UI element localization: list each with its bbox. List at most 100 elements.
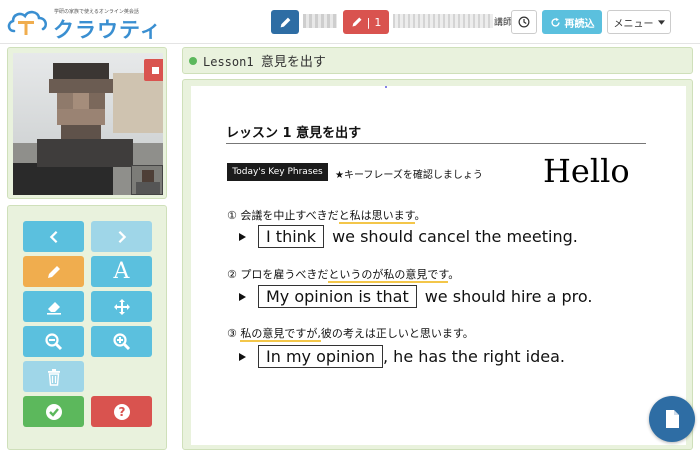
document-select-button[interactable]: [649, 396, 695, 442]
question-text-post: 彼の考えは正しいと思います。: [320, 327, 474, 340]
pen-count: 1: [374, 15, 382, 29]
text-A-icon: A: [113, 259, 130, 284]
pencil-icon: [47, 265, 60, 278]
logo-name: クラウティ: [53, 18, 162, 42]
file-icon: [666, 410, 679, 428]
phrase-question-3: ③ 私の意見ですが,彼の考えは正しいと思います。: [227, 325, 474, 342]
question-number: ②: [227, 268, 237, 281]
lecturer-label: 講師: [494, 18, 513, 28]
question-text-post: 。: [448, 268, 460, 281]
drawing-tools-panel: A ?: [7, 205, 167, 450]
zoom-out-button[interactable]: [23, 326, 84, 357]
pen-toggle-button[interactable]: [271, 10, 299, 34]
menu-label: メニュー: [613, 18, 654, 30]
lesson-document[interactable]: レッスン 1 意見を出す Today's Key Phrases ★キーフレーズ…: [191, 86, 686, 445]
pencil-icon: [280, 17, 290, 27]
stop-icon: [151, 66, 159, 74]
self-view-video: [131, 165, 163, 195]
app-logo[interactable]: 学研の家族で使えるオンライン英会話 クラウティ: [4, 3, 161, 42]
question-highlight: 私の意見ですが,: [240, 327, 321, 342]
question-text-pre: 会議を中止すべきだ: [240, 209, 339, 222]
lesson-number: Lesson1: [203, 55, 254, 69]
status-indicator: [189, 56, 197, 65]
document-frame: レッスン 1 意見を出す Today's Key Phrases ★キーフレーズ…: [182, 79, 693, 450]
video-monitor: [13, 163, 113, 195]
lesson-title-bar: Lesson1 意見を出す: [182, 47, 693, 74]
check-circle-icon: [45, 403, 62, 420]
student-pen-button[interactable]: | 1: [343, 10, 389, 34]
question-text-pre: プロを雇うべきだ: [240, 268, 329, 281]
phrase-question-2: ② プロを雇うべきだというのが私の意見です。: [227, 266, 460, 283]
mosaic-face-3: [57, 93, 73, 109]
mosaic-face-2: [49, 79, 113, 93]
blurred-name: [303, 14, 337, 28]
question-highlight: というのが私の意見です: [328, 268, 449, 283]
key-phrase-box: In my opinion: [258, 345, 383, 368]
confirm-button[interactable]: [23, 396, 84, 427]
cloud-logo-icon: [7, 10, 48, 35]
key-phrases-badge: Today's Key Phrases: [227, 163, 328, 181]
eraser-icon: [46, 301, 61, 315]
phrase-question-1: ① 会議を中止すべきだと私は思います。: [227, 207, 426, 224]
svg-text:?: ?: [118, 405, 125, 419]
video-shelf: [113, 73, 163, 133]
mosaic-face-6: [57, 109, 105, 125]
heading-rule: [226, 143, 646, 144]
mosaic-face-4: [73, 93, 89, 109]
video-panel: [7, 47, 167, 199]
pen-count-separator: |: [366, 15, 371, 29]
chevron-left-icon: [49, 230, 57, 243]
document-heading: レッスン 1 意見を出す: [226, 126, 362, 141]
zoom-in-icon: [112, 332, 130, 350]
answer-rest: we should cancel the meeting.: [332, 227, 578, 246]
reload-label: 再読込: [564, 18, 595, 30]
move-tool-button[interactable]: [91, 291, 152, 322]
chevron-right-icon: [118, 230, 126, 243]
pencil-icon: [352, 17, 362, 27]
zoom-in-button[interactable]: [91, 326, 152, 357]
stop-video-button[interactable]: [144, 59, 163, 81]
pen-tool-button[interactable]: [23, 256, 84, 287]
bullet-triangle-icon: [239, 232, 246, 241]
self-view-body: [136, 182, 160, 194]
caret-down-icon: [657, 19, 665, 25]
lesson-title: Lesson1 意見を出す: [203, 51, 326, 70]
phrase-answer-3: In my opinion , he has the right idea.: [239, 345, 565, 368]
clock-icon: [518, 16, 530, 28]
question-text-post: 。: [414, 209, 426, 222]
key-phrase-box: I think: [258, 225, 325, 248]
blurred-lecturer-name: [393, 14, 493, 28]
reload-button[interactable]: 再読込: [542, 10, 602, 34]
zoom-out-icon: [44, 332, 62, 350]
phrase-answer-2: My opinion is that we should hire a pro.: [239, 285, 592, 308]
bullet-triangle-icon: [239, 352, 246, 361]
key-phrase-box: My opinion is that: [258, 285, 417, 308]
question-circle-icon: ?: [113, 403, 130, 420]
mosaic-face-5: [89, 93, 105, 109]
prev-page-button[interactable]: [23, 221, 84, 252]
phrase-answer-1: I think we should cancel the meeting.: [239, 225, 578, 248]
refresh-icon: [550, 17, 560, 27]
move-arrows-icon: [113, 298, 130, 315]
next-page-button[interactable]: [91, 221, 152, 252]
lesson-name: 意見を出す: [260, 55, 326, 70]
help-button[interactable]: ?: [91, 396, 152, 427]
mosaic-body: [37, 139, 133, 167]
teacher-video: [13, 53, 163, 195]
cursor-marker: [385, 86, 387, 88]
clear-drawing-button[interactable]: [23, 361, 84, 392]
timer-button[interactable]: [511, 10, 537, 34]
bullet-triangle-icon: [239, 292, 246, 301]
eraser-tool-button[interactable]: [23, 291, 84, 322]
trash-icon: [47, 368, 60, 386]
mosaic-face-7: [61, 125, 101, 139]
self-view-face: [142, 170, 154, 182]
question-highlight: と私は思います: [338, 209, 415, 224]
key-phrases-note: ★キーフレーズを確認しましょう: [335, 170, 483, 181]
hello-text: Hello: [543, 152, 630, 190]
text-tool-button[interactable]: A: [91, 256, 152, 287]
question-number: ③: [227, 327, 237, 340]
app-header: 学研の家族で使えるオンライン英会話 クラウティ | 1 講師 再読込 メニュー: [0, 0, 700, 44]
question-number: ①: [227, 209, 237, 222]
menu-dropdown-button[interactable]: メニュー: [607, 10, 671, 34]
